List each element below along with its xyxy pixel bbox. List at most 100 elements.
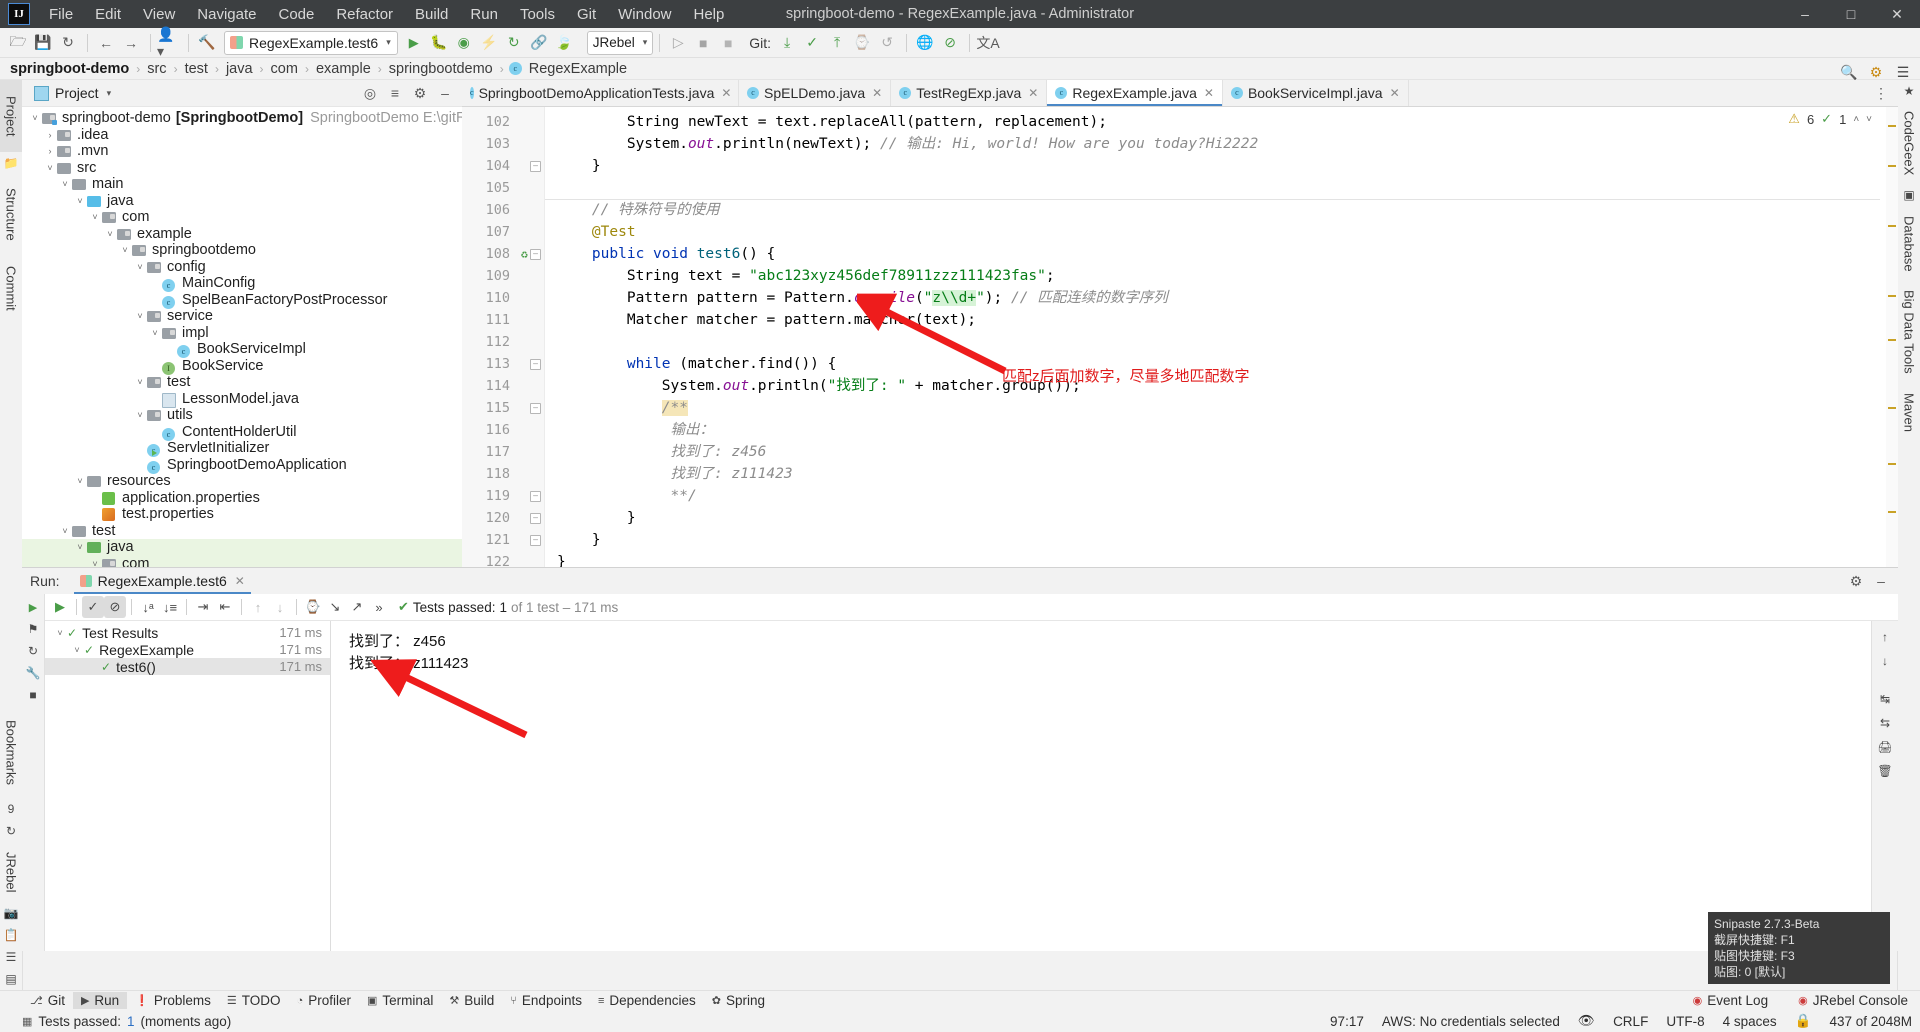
show-passed-icon[interactable]: ✓ <box>82 596 104 618</box>
menu-item-code[interactable]: Code <box>267 2 325 27</box>
menu-item-file[interactable]: File <box>38 2 84 27</box>
close-icon[interactable]: ✕ <box>1028 86 1038 100</box>
rollback-icon[interactable]: ↺ <box>875 31 899 55</box>
rerun-icon[interactable]: ↻ <box>502 31 526 55</box>
code-line[interactable]: String text = "abc123xyz456def78911zzz11… <box>545 265 1898 287</box>
collapse-all-icon[interactable]: ≡ <box>383 81 407 105</box>
project-tree[interactable]: ˅ springboot-demo [SpringbootDemo] Springbo… <box>22 107 462 567</box>
gutter-line[interactable]: 104 – <box>462 155 544 177</box>
notifications-icon[interactable]: ★ <box>1898 80 1920 102</box>
refresh-icon[interactable]: ↻ <box>0 820 22 842</box>
test-tree-row[interactable]: ✓ test6() 171 ms <box>45 658 330 675</box>
editor-tab[interactable]: c RegexExample.java ✕ <box>1047 80 1223 106</box>
editor-tab[interactable]: c SpELDemo.java ✕ <box>739 80 892 106</box>
close-icon[interactable]: ✕ <box>235 574 245 588</box>
no-entry-icon[interactable]: ⊘ <box>938 31 962 55</box>
gutter-line[interactable]: 109 <box>462 265 544 287</box>
profiler-icon[interactable]: ⚡ <box>477 31 501 55</box>
sort-alphabetically-icon[interactable]: ↓ᵃ <box>137 596 159 618</box>
inspection-widget[interactable]: ⚠ 6 ✓ 1 ˄ ˅ <box>1788 111 1872 127</box>
tool-window-button-jrebel-console[interactable]: ◉ JRebel Console <box>1790 992 1916 1009</box>
history-icon[interactable]: ⌚ <box>850 31 874 55</box>
gutter-line[interactable]: 118 <box>462 463 544 485</box>
code-line[interactable]: } <box>545 507 1898 529</box>
code-fold-icon[interactable]: – <box>530 403 541 414</box>
lock-icon[interactable]: 🔒 <box>1795 1013 1812 1029</box>
tool-window-button-terminal[interactable]: ▣ Terminal <box>359 992 441 1009</box>
close-icon[interactable]: ✕ <box>872 86 882 100</box>
project-tree-row[interactable]: ˅ com <box>22 555 462 567</box>
gutter-line[interactable]: 115 – <box>462 397 544 419</box>
breadcrumb-item-springboot-demo[interactable]: springboot-demo <box>8 61 131 77</box>
gutter-line[interactable]: 120 – <box>462 507 544 529</box>
jrebel-debug-icon[interactable]: ■ <box>691 31 715 55</box>
code-fold-icon[interactable]: – <box>530 491 541 502</box>
gutter-line[interactable]: 107 <box>462 221 544 243</box>
more-actions-icon[interactable]: » <box>368 596 390 618</box>
code-line[interactable]: **/ <box>545 485 1898 507</box>
test-tree-row[interactable]: ˅ ✓ Test Results 171 ms <box>45 624 330 641</box>
gutter-line[interactable]: 106 <box>462 199 544 221</box>
breadcrumb-item-com[interactable]: com <box>269 61 300 77</box>
wrench-icon[interactable]: 🔧 <box>23 662 43 684</box>
sidebar-item-database[interactable]: Database <box>1898 206 1920 282</box>
hammer-icon[interactable]: 🔨 <box>195 31 219 55</box>
gutter-line[interactable]: 111 <box>462 309 544 331</box>
sidebar-item-structure[interactable]: Structure <box>0 174 22 254</box>
gutter-line[interactable]: 116 <box>462 419 544 441</box>
project-tree-row[interactable]: ˅ example <box>22 226 462 243</box>
update-project-icon[interactable]: ⤓ <box>775 31 799 55</box>
save-icon[interactable]: 💾 <box>31 31 55 55</box>
scroll-up-icon[interactable]: ↑ <box>1873 625 1897 649</box>
tool-window-button-build[interactable]: ⚒ Build <box>441 992 502 1009</box>
code-fold-icon[interactable]: – <box>530 535 541 546</box>
tree-expand-arrow[interactable]: ˅ <box>88 212 102 222</box>
soft-wrap-icon[interactable]: ↹ <box>1873 687 1897 711</box>
code-line[interactable]: @Test <box>545 221 1898 243</box>
back-arrow-icon[interactable]: ← <box>94 31 118 55</box>
menu-item-help[interactable]: Help <box>683 2 736 27</box>
editor-body[interactable]: 102 103 104–105 106 107 108 ♻ –109 110 111 112 113–… <box>462 107 1898 567</box>
breadcrumb-item-src[interactable]: src <box>145 61 168 77</box>
memory-indicator[interactable]: 437 of 2048M <box>1829 1014 1912 1029</box>
expand-all-icon[interactable]: ⇥ <box>192 596 214 618</box>
code-area[interactable]: String newText = text.replaceAll(pattern… <box>545 107 1898 567</box>
menu-item-build[interactable]: Build <box>404 2 459 27</box>
project-tree-row[interactable]: c SpelBeanFactoryPostProcessor <box>22 292 462 309</box>
breadcrumb-item-example[interactable]: example <box>314 61 373 77</box>
code-fold-icon[interactable]: – <box>530 513 541 524</box>
code-line[interactable]: } <box>545 155 1898 177</box>
code-line[interactable]: 输出： <box>545 419 1898 441</box>
tree-expand-arrow[interactable]: ˅ <box>88 559 102 567</box>
project-tree-row[interactable]: ˅ springbootdemo <box>22 242 462 259</box>
tree-expand-arrow[interactable]: ˅ <box>43 163 57 173</box>
reader-mode-icon[interactable]: 👁 <box>1578 1013 1595 1029</box>
code-line[interactable]: /** <box>545 397 1898 419</box>
tree-expand-arrow[interactable]: ˅ <box>53 628 67 638</box>
hide-icon[interactable]: – <box>1869 569 1893 593</box>
code-line[interactable]: Pattern pattern = Pattern.compile("z\\d+… <box>545 287 1898 309</box>
forward-arrow-icon[interactable]: → <box>119 31 143 55</box>
code-fold-icon[interactable]: – <box>530 249 541 260</box>
close-icon[interactable]: ✕ <box>1390 86 1400 100</box>
run-configuration-selector[interactable]: RegexExample.test6 ▾ <box>224 30 398 55</box>
next-occurrence-icon[interactable]: ↓ <box>269 596 291 618</box>
code-line[interactable] <box>545 331 1898 353</box>
code-line[interactable] <box>545 177 1898 199</box>
stop-icon[interactable]: ■ <box>23 684 43 706</box>
commit-icon[interactable]: ✓ <box>800 31 824 55</box>
translate-icon[interactable]: 文A <box>976 31 1000 55</box>
project-tree-row[interactable]: ˅ com <box>22 209 462 226</box>
locate-file-icon[interactable]: ◎ <box>358 81 382 105</box>
sync-icon[interactable]: ↻ <box>56 31 80 55</box>
tool-window-button-profiler[interactable]: ◔ Profiler <box>289 992 359 1009</box>
project-tree-row[interactable]: ˅ impl <box>22 325 462 342</box>
jrebel-run-icon[interactable]: ▷ <box>666 31 690 55</box>
sidebar-item-jrebel[interactable]: JRebel <box>0 842 22 902</box>
gutter-line[interactable]: 110 <box>462 287 544 309</box>
tool-window-button-todo[interactable]: ☰ TODO <box>219 992 289 1009</box>
line-separator[interactable]: CRLF <box>1613 1014 1648 1029</box>
tree-expand-arrow[interactable]: › <box>43 146 57 156</box>
clear-all-icon[interactable]: 🗑 <box>1873 759 1897 783</box>
scroll-down-icon[interactable]: ↓ <box>1873 649 1897 673</box>
